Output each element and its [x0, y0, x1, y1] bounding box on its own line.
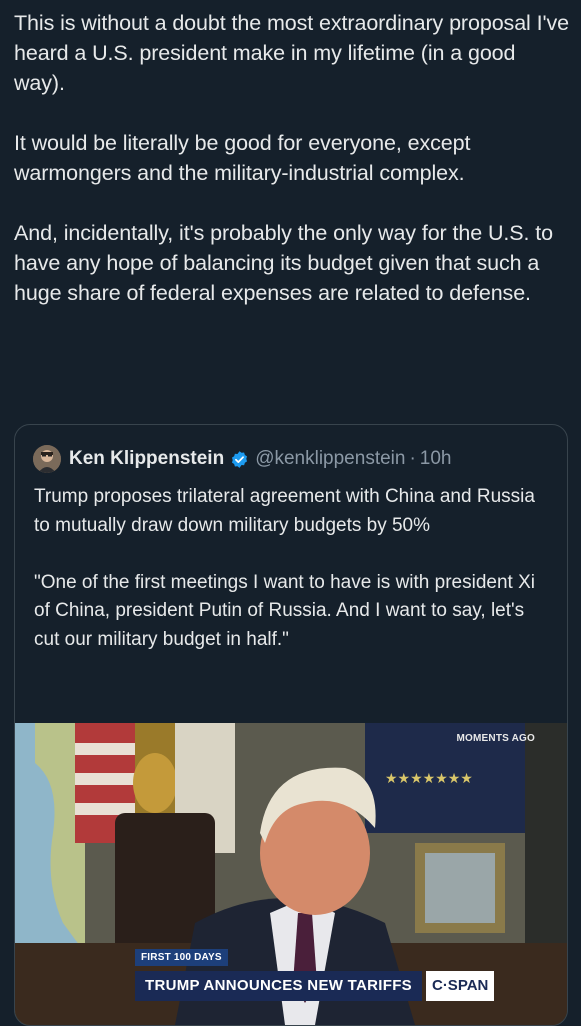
quoted-post[interactable]: Ken Klippenstein @kenklippenstein · 10h …: [14, 424, 568, 1026]
moments-ago-label: MOMENTS AGO: [456, 733, 535, 744]
post-paragraph: This is without a doubt the most extraor…: [14, 11, 569, 95]
network-logo: C·SPAN: [425, 971, 495, 1001]
first-100-days-chip: FIRST 100 DAYS: [135, 949, 228, 966]
svg-text:★★★★★★★: ★★★★★★★: [385, 771, 473, 787]
post-paragraph: It would be literally be good for everyo…: [14, 131, 471, 185]
quoted-post-header: Ken Klippenstein @kenklippenstein · 10h: [33, 443, 451, 475]
post-paragraph: And, incidentally, it's probably the onl…: [14, 221, 553, 305]
lower-third: TRUMP ANNOUNCES NEW TARIFFS C·SPAN: [135, 971, 495, 1001]
avatar[interactable]: [33, 445, 61, 473]
video-thumbnail[interactable]: ★★★★★★★ MOMENTS AGO FIRST 100 DAYS TRUMP…: [15, 723, 567, 1025]
verified-badge-icon: [230, 450, 249, 469]
video-headline: TRUMP ANNOUNCES NEW TARIFFS: [135, 971, 422, 1001]
post-timestamp[interactable]: 10h: [420, 448, 452, 470]
author-name[interactable]: Ken Klippenstein: [69, 448, 224, 470]
quoted-paragraph: Trump proposes trilateral agreement with…: [34, 486, 535, 536]
author-handle[interactable]: @kenklippenstein: [255, 448, 405, 470]
quoted-paragraph: "One of the first meetings I want to hav…: [34, 571, 535, 650]
post-text: This is without a doubt the most extraor…: [14, 8, 570, 338]
quoted-post-text: Trump proposes trilateral agreement with…: [34, 483, 544, 683]
separator-dot: ·: [409, 448, 416, 469]
